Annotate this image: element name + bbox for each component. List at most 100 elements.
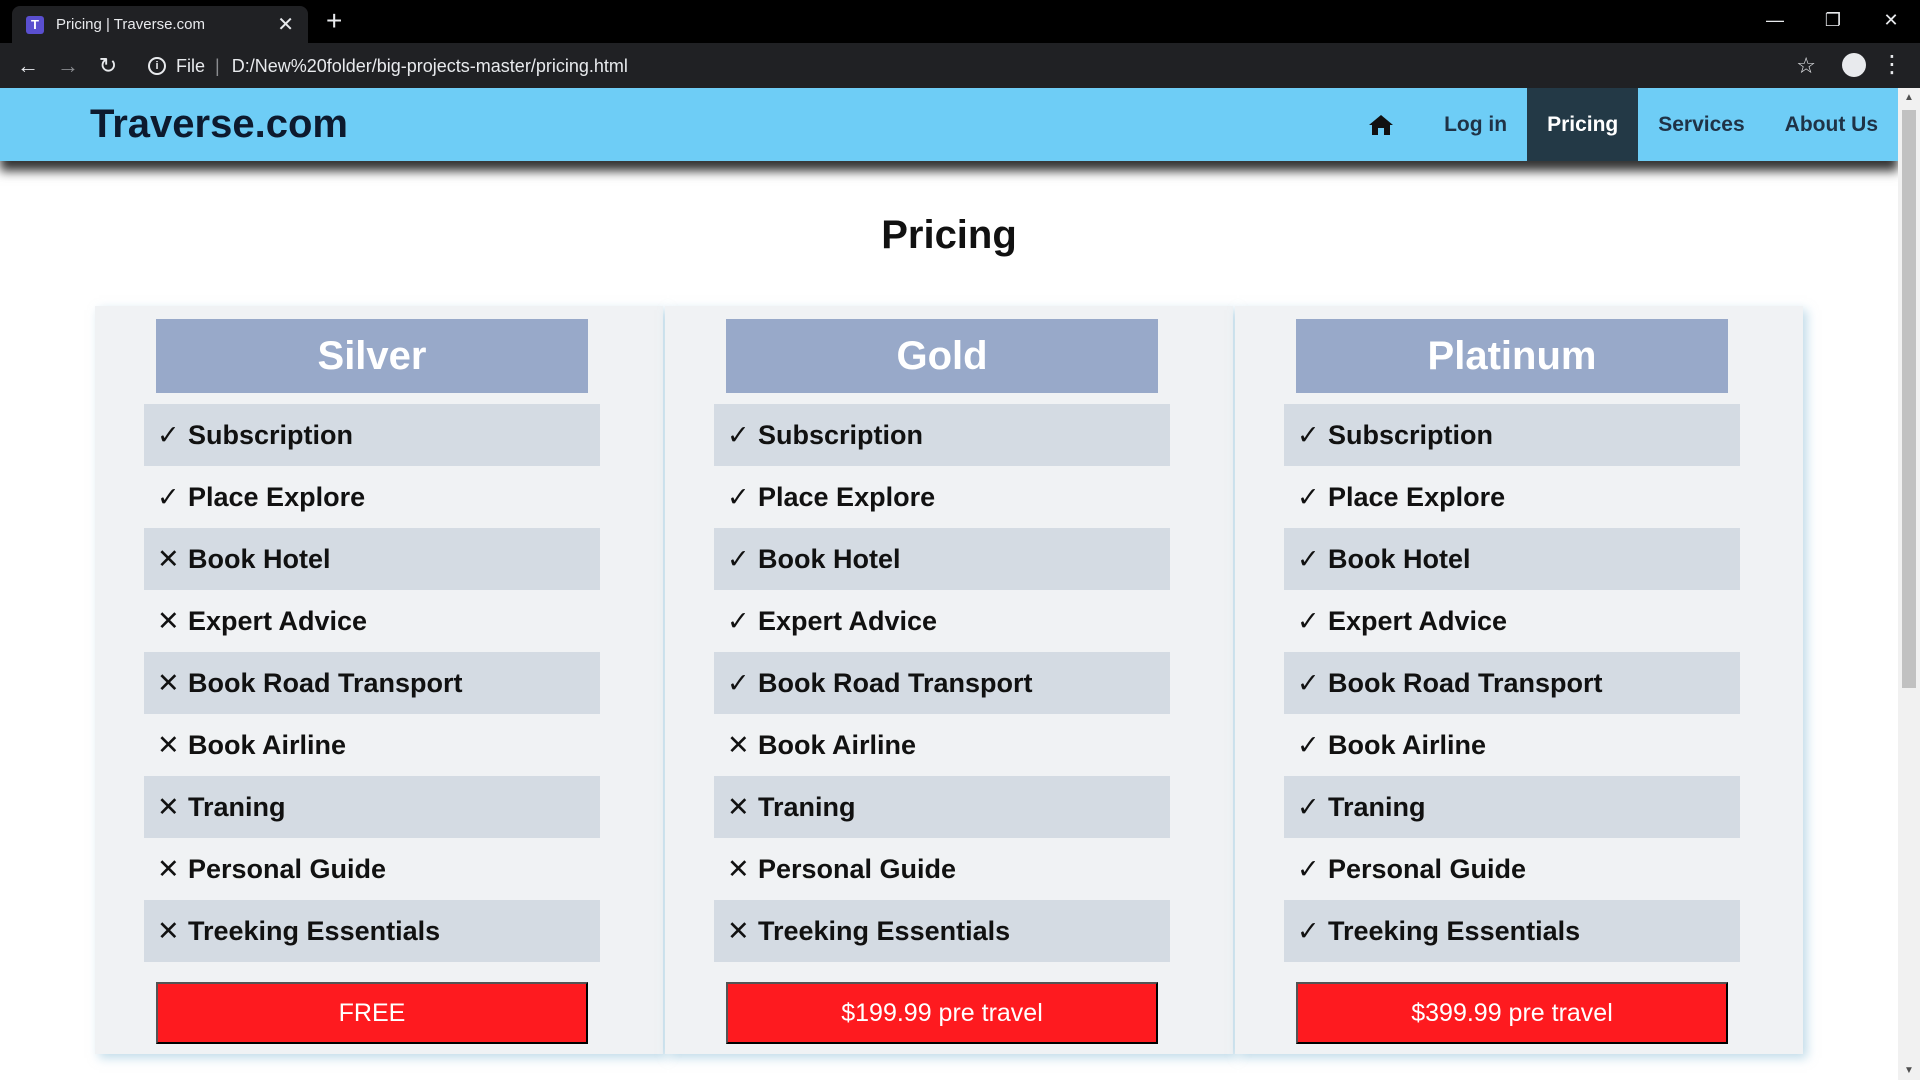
restore-icon[interactable]: ❐ bbox=[1804, 0, 1862, 40]
feature-label: Personal Guide bbox=[188, 853, 387, 884]
feature-label: Treeking Essentials bbox=[188, 915, 441, 946]
feature-mark: ✕ bbox=[727, 791, 750, 822]
feature-mark: ✕ bbox=[157, 543, 180, 574]
feature-mark: ✓ bbox=[727, 667, 750, 698]
feature-label: Book Hotel bbox=[758, 543, 901, 574]
back-arrow-icon[interactable]: ← bbox=[8, 53, 48, 79]
browser-menu-icon[interactable]: ⋮ bbox=[1880, 50, 1904, 79]
nav-pricing[interactable]: Pricing bbox=[1527, 88, 1639, 161]
feature-item: ✕ Personal Guide bbox=[714, 838, 1170, 900]
feature-mark: ✓ bbox=[1297, 915, 1320, 946]
feature-mark: ✓ bbox=[727, 605, 750, 636]
feature-item: ✕ Treeking Essentials bbox=[144, 900, 600, 962]
site-logo[interactable]: Traverse.com bbox=[90, 102, 348, 147]
feature-item: ✓ Place Explore bbox=[714, 466, 1170, 528]
feature-label: Subscription bbox=[1328, 419, 1494, 450]
feature-label: Place Explore bbox=[1328, 481, 1506, 512]
feature-list: ✓ Subscription ✓ Place Explore ✓ Book Hotel… bbox=[1284, 404, 1740, 962]
feature-item: ✕ Book Hotel bbox=[144, 528, 600, 590]
site-favicon-icon: T bbox=[26, 15, 44, 34]
close-window-icon[interactable]: ✕ bbox=[1862, 0, 1920, 40]
feature-item: ✓ Book Road Transport bbox=[714, 652, 1170, 714]
select-silver-button[interactable]: FREE bbox=[156, 982, 588, 1044]
nav-login[interactable]: Log in bbox=[1424, 88, 1527, 161]
omnibox-separator: | bbox=[215, 55, 220, 76]
feature-label: Place Explore bbox=[188, 481, 366, 512]
feature-label: Expert Advice bbox=[188, 605, 368, 636]
feature-mark: ✕ bbox=[157, 915, 180, 946]
omnibox-scheme: File bbox=[176, 55, 206, 76]
feature-label: Personal Guide bbox=[758, 853, 957, 884]
feature-item: ✕ Personal Guide bbox=[144, 838, 600, 900]
feature-item: ✓ Subscription bbox=[714, 404, 1170, 466]
feature-item: ✓ Expert Advice bbox=[714, 590, 1170, 652]
reload-icon[interactable]: ↻ bbox=[88, 53, 128, 79]
minimize-icon[interactable]: — bbox=[1746, 0, 1804, 40]
feature-label: Book Road Transport bbox=[188, 667, 463, 698]
browser-toolbar: ← → ↻ i File | D:/New%20folder/big-proje… bbox=[0, 43, 1920, 88]
feature-mark: ✕ bbox=[157, 853, 180, 884]
feature-mark: ✕ bbox=[157, 667, 180, 698]
feature-item: ✕ Treeking Essentials bbox=[714, 900, 1170, 962]
feature-mark: ✓ bbox=[1297, 481, 1320, 512]
nav-about-us[interactable]: About Us bbox=[1765, 88, 1898, 161]
feature-item: ✓ Subscription bbox=[1284, 404, 1740, 466]
feature-list: ✓ Subscription ✓ Place Explore ✓ Book Hotel… bbox=[714, 404, 1170, 962]
feature-item: ✓ Traning bbox=[1284, 776, 1740, 838]
feature-label: Expert Advice bbox=[758, 605, 938, 636]
feature-label: Traning bbox=[188, 791, 286, 822]
feature-mark: ✓ bbox=[157, 481, 180, 512]
feature-list: ✓ Subscription ✓ Place Explore ✕ Book Hotel… bbox=[144, 404, 600, 962]
plan-card-silver: Silver ✓ Subscription ✓ Place Explore ✕ Boo… bbox=[95, 306, 663, 1054]
url-text[interactable]: D:/New%20folder/big-projects-master/pric… bbox=[232, 56, 628, 77]
feature-mark: ✓ bbox=[1297, 419, 1320, 450]
nav-home[interactable] bbox=[1338, 88, 1424, 161]
select-platinum-button[interactable]: $399.99 pre travel bbox=[1296, 982, 1728, 1044]
browser-tab[interactable]: T Pricing | Traverse.com ✕ bbox=[12, 6, 308, 43]
bookmark-star-icon[interactable]: ☆ bbox=[1796, 53, 1816, 79]
forward-arrow-icon[interactable]: → bbox=[48, 53, 88, 79]
feature-label: Subscription bbox=[188, 419, 354, 450]
tab-close-icon[interactable]: ✕ bbox=[277, 12, 294, 37]
feature-label: Book Airline bbox=[1328, 729, 1487, 760]
site-header: Traverse.com Log in Pricing Services Abo… bbox=[0, 88, 1898, 161]
feature-item: ✓ Place Explore bbox=[144, 466, 600, 528]
feature-label: Book Airline bbox=[758, 729, 917, 760]
plan-name: Platinum bbox=[1296, 319, 1728, 393]
feature-item: ✓ Place Explore bbox=[1284, 466, 1740, 528]
feature-label: Treeking Essentials bbox=[758, 915, 1011, 946]
address-bar[interactable]: i File | D:/New%20folder/big-projects-ma… bbox=[140, 49, 1760, 83]
nav-services[interactable]: Services bbox=[1638, 88, 1764, 161]
select-gold-button[interactable]: $199.99 pre travel bbox=[726, 982, 1158, 1044]
feature-mark: ✕ bbox=[157, 605, 180, 636]
scroll-down-arrow-icon[interactable]: ▼ bbox=[1904, 1065, 1914, 1076]
feature-label: Book Road Transport bbox=[1328, 667, 1603, 698]
feature-label: Book Airline bbox=[188, 729, 347, 760]
page-scrollbar[interactable]: ▲ ▼ bbox=[1898, 88, 1920, 1080]
new-tab-button[interactable]: + bbox=[326, 6, 342, 36]
feature-mark: ✓ bbox=[727, 419, 750, 450]
pricing-plans: Silver ✓ Subscription ✓ Place Explore ✕ Boo… bbox=[95, 306, 1803, 1054]
feature-mark: ✓ bbox=[1297, 729, 1320, 760]
feature-mark: ✓ bbox=[1297, 543, 1320, 574]
feature-item: ✓ Treeking Essentials bbox=[1284, 900, 1740, 962]
plan-name: Silver bbox=[156, 319, 588, 393]
feature-mark: ✕ bbox=[727, 729, 750, 760]
feature-item: ✕ Book Airline bbox=[144, 714, 600, 776]
feature-item: ✕ Book Road Transport bbox=[144, 652, 600, 714]
info-icon[interactable]: i bbox=[148, 57, 166, 75]
feature-item: ✕ Expert Advice bbox=[144, 590, 600, 652]
plan-card-platinum: Platinum ✓ Subscription ✓ Place Explore ✓ B… bbox=[1235, 306, 1803, 1054]
profile-avatar-icon[interactable] bbox=[1842, 53, 1866, 77]
scroll-up-arrow-icon[interactable]: ▲ bbox=[1904, 92, 1914, 103]
feature-mark: ✓ bbox=[727, 543, 750, 574]
feature-item: ✓ Expert Advice bbox=[1284, 590, 1740, 652]
feature-label: Subscription bbox=[758, 419, 924, 450]
scrollbar-thumb[interactable] bbox=[1902, 110, 1916, 688]
feature-mark: ✓ bbox=[1297, 853, 1320, 884]
feature-mark: ✓ bbox=[157, 419, 180, 450]
feature-label: Personal Guide bbox=[1328, 853, 1527, 884]
feature-label: Traning bbox=[758, 791, 856, 822]
feature-item: ✓ Book Airline bbox=[1284, 714, 1740, 776]
feature-label: Treeking Essentials bbox=[1328, 915, 1581, 946]
